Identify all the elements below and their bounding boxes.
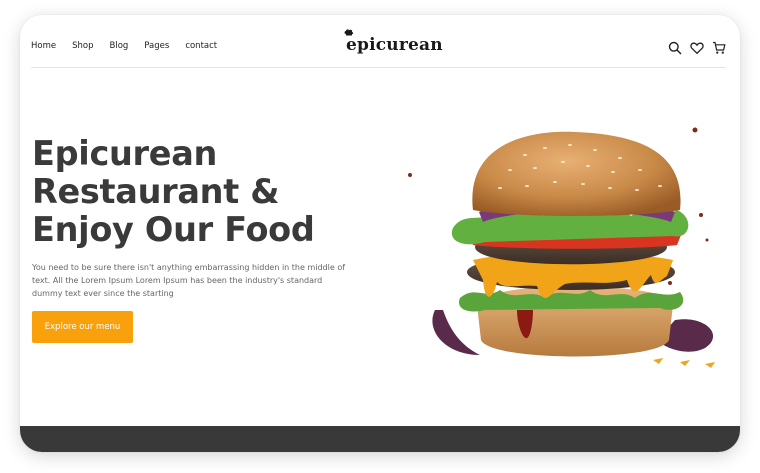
hero-title-line-3: Enjoy Our Food: [32, 210, 315, 249]
hero-title-line-1: Epicurean: [32, 134, 218, 173]
hero-title: Epicurean Restaurant & Enjoy Our Food: [32, 135, 362, 249]
hero-description: You need to be sure there isn't anything…: [32, 263, 346, 298]
hero-title-line-2: Restaurant &: [32, 172, 280, 211]
nav-blog[interactable]: Blog: [110, 41, 129, 51]
main-nav: Home Shop Blog Pages contact: [31, 41, 217, 51]
cart-icon[interactable]: [712, 40, 726, 54]
nav-home[interactable]: Home: [31, 41, 56, 51]
nav-shop[interactable]: Shop: [72, 41, 93, 51]
site-logo[interactable]: epicurean: [344, 29, 443, 55]
chef-hat-icon: [344, 29, 354, 36]
heart-icon[interactable]: [690, 40, 704, 55]
nav-pages[interactable]: Pages: [144, 41, 169, 51]
footer-bar: [20, 426, 740, 452]
search-icon[interactable]: [668, 40, 682, 55]
explore-menu-button[interactable]: Explore our menu: [32, 311, 133, 343]
logo-text: epicurean: [346, 35, 443, 55]
page-frame: Home Shop Blog Pages contact epicurean E…: [20, 15, 740, 452]
nav-contact[interactable]: contact: [185, 41, 217, 51]
header-icons: [668, 40, 726, 55]
header-divider: [31, 67, 726, 68]
burger-image: [408, 127, 715, 368]
